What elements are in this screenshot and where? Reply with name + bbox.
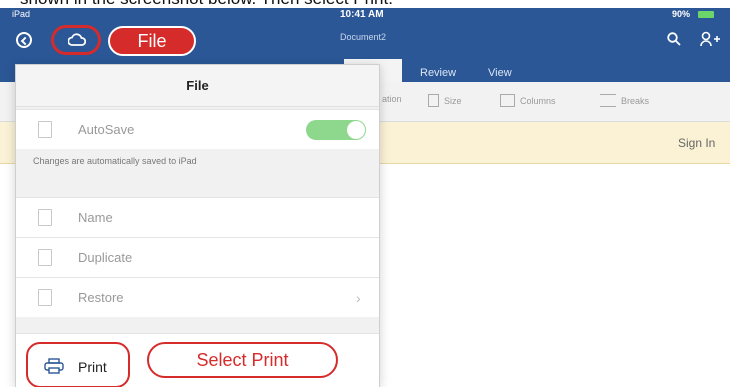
cloud-icon	[68, 33, 86, 46]
file-popover: File AutoSave Changes are automatically …	[15, 64, 380, 387]
printer-icon	[44, 358, 64, 374]
page-size-icon	[428, 94, 439, 107]
autosave-row: AutoSave	[16, 109, 379, 149]
menu-item-restore-label: Restore	[78, 290, 124, 305]
search-icon[interactable]	[667, 32, 681, 46]
print-label: Print	[78, 359, 107, 375]
ribbon-orientation[interactable]: ation	[382, 94, 402, 104]
menu-item-duplicate[interactable]: Duplicate	[16, 237, 379, 277]
document-title: Document2	[340, 32, 387, 42]
document-icon	[38, 209, 52, 226]
ribbon-size-label: Size	[444, 95, 462, 106]
signin-link[interactable]: Sign In	[678, 136, 715, 150]
ribbon-breaks[interactable]: Breaks	[600, 94, 649, 107]
back-icon[interactable]	[16, 32, 32, 48]
ribbon-orientation-label: ation	[382, 94, 402, 104]
tab-view[interactable]: View	[488, 67, 512, 79]
print-highlight[interactable]: Print	[26, 342, 130, 387]
battery-icon	[698, 11, 714, 18]
restore-icon	[38, 289, 52, 306]
ribbon-size[interactable]: Size	[428, 94, 462, 107]
instruction-caption: shown in the screenshot below. Then sele…	[0, 0, 730, 8]
ribbon-columns[interactable]: Columns	[500, 94, 556, 107]
chevron-right-icon: ›	[356, 290, 361, 306]
autosave-toggle[interactable]	[306, 120, 366, 140]
menu-item-duplicate-label: Duplicate	[78, 250, 133, 265]
select-print-callout: Select Print	[147, 342, 338, 378]
file-button-highlight[interactable]	[51, 25, 101, 55]
autosave-icon	[38, 121, 52, 138]
status-time: 10:41 AM	[340, 9, 384, 20]
autosave-note: Changes are automatically saved to iPad	[33, 156, 197, 166]
ribbon-columns-label: Columns	[520, 95, 556, 106]
ribbon-breaks-label: Breaks	[621, 95, 650, 106]
duplicate-icon	[38, 249, 52, 266]
menu-item-name-label: Name	[78, 210, 113, 225]
battery-percent: 90%	[672, 9, 691, 19]
breaks-icon	[600, 94, 616, 107]
status-carrier: iPad	[12, 9, 31, 19]
menu-item-name[interactable]: Name	[16, 197, 379, 237]
instruction-caption-text: shown in the screenshot below. Then sele…	[20, 0, 393, 8]
tab-review[interactable]: Review	[420, 67, 456, 79]
popover-title: File	[16, 65, 379, 107]
columns-icon	[500, 94, 515, 107]
file-callout: File	[108, 26, 196, 56]
autosave-label: AutoSave	[78, 122, 135, 137]
menu-item-print[interactable]: Print Select Print	[16, 333, 379, 387]
person-add-icon[interactable]	[700, 31, 720, 47]
menu-item-restore[interactable]: Restore ›	[16, 277, 379, 317]
